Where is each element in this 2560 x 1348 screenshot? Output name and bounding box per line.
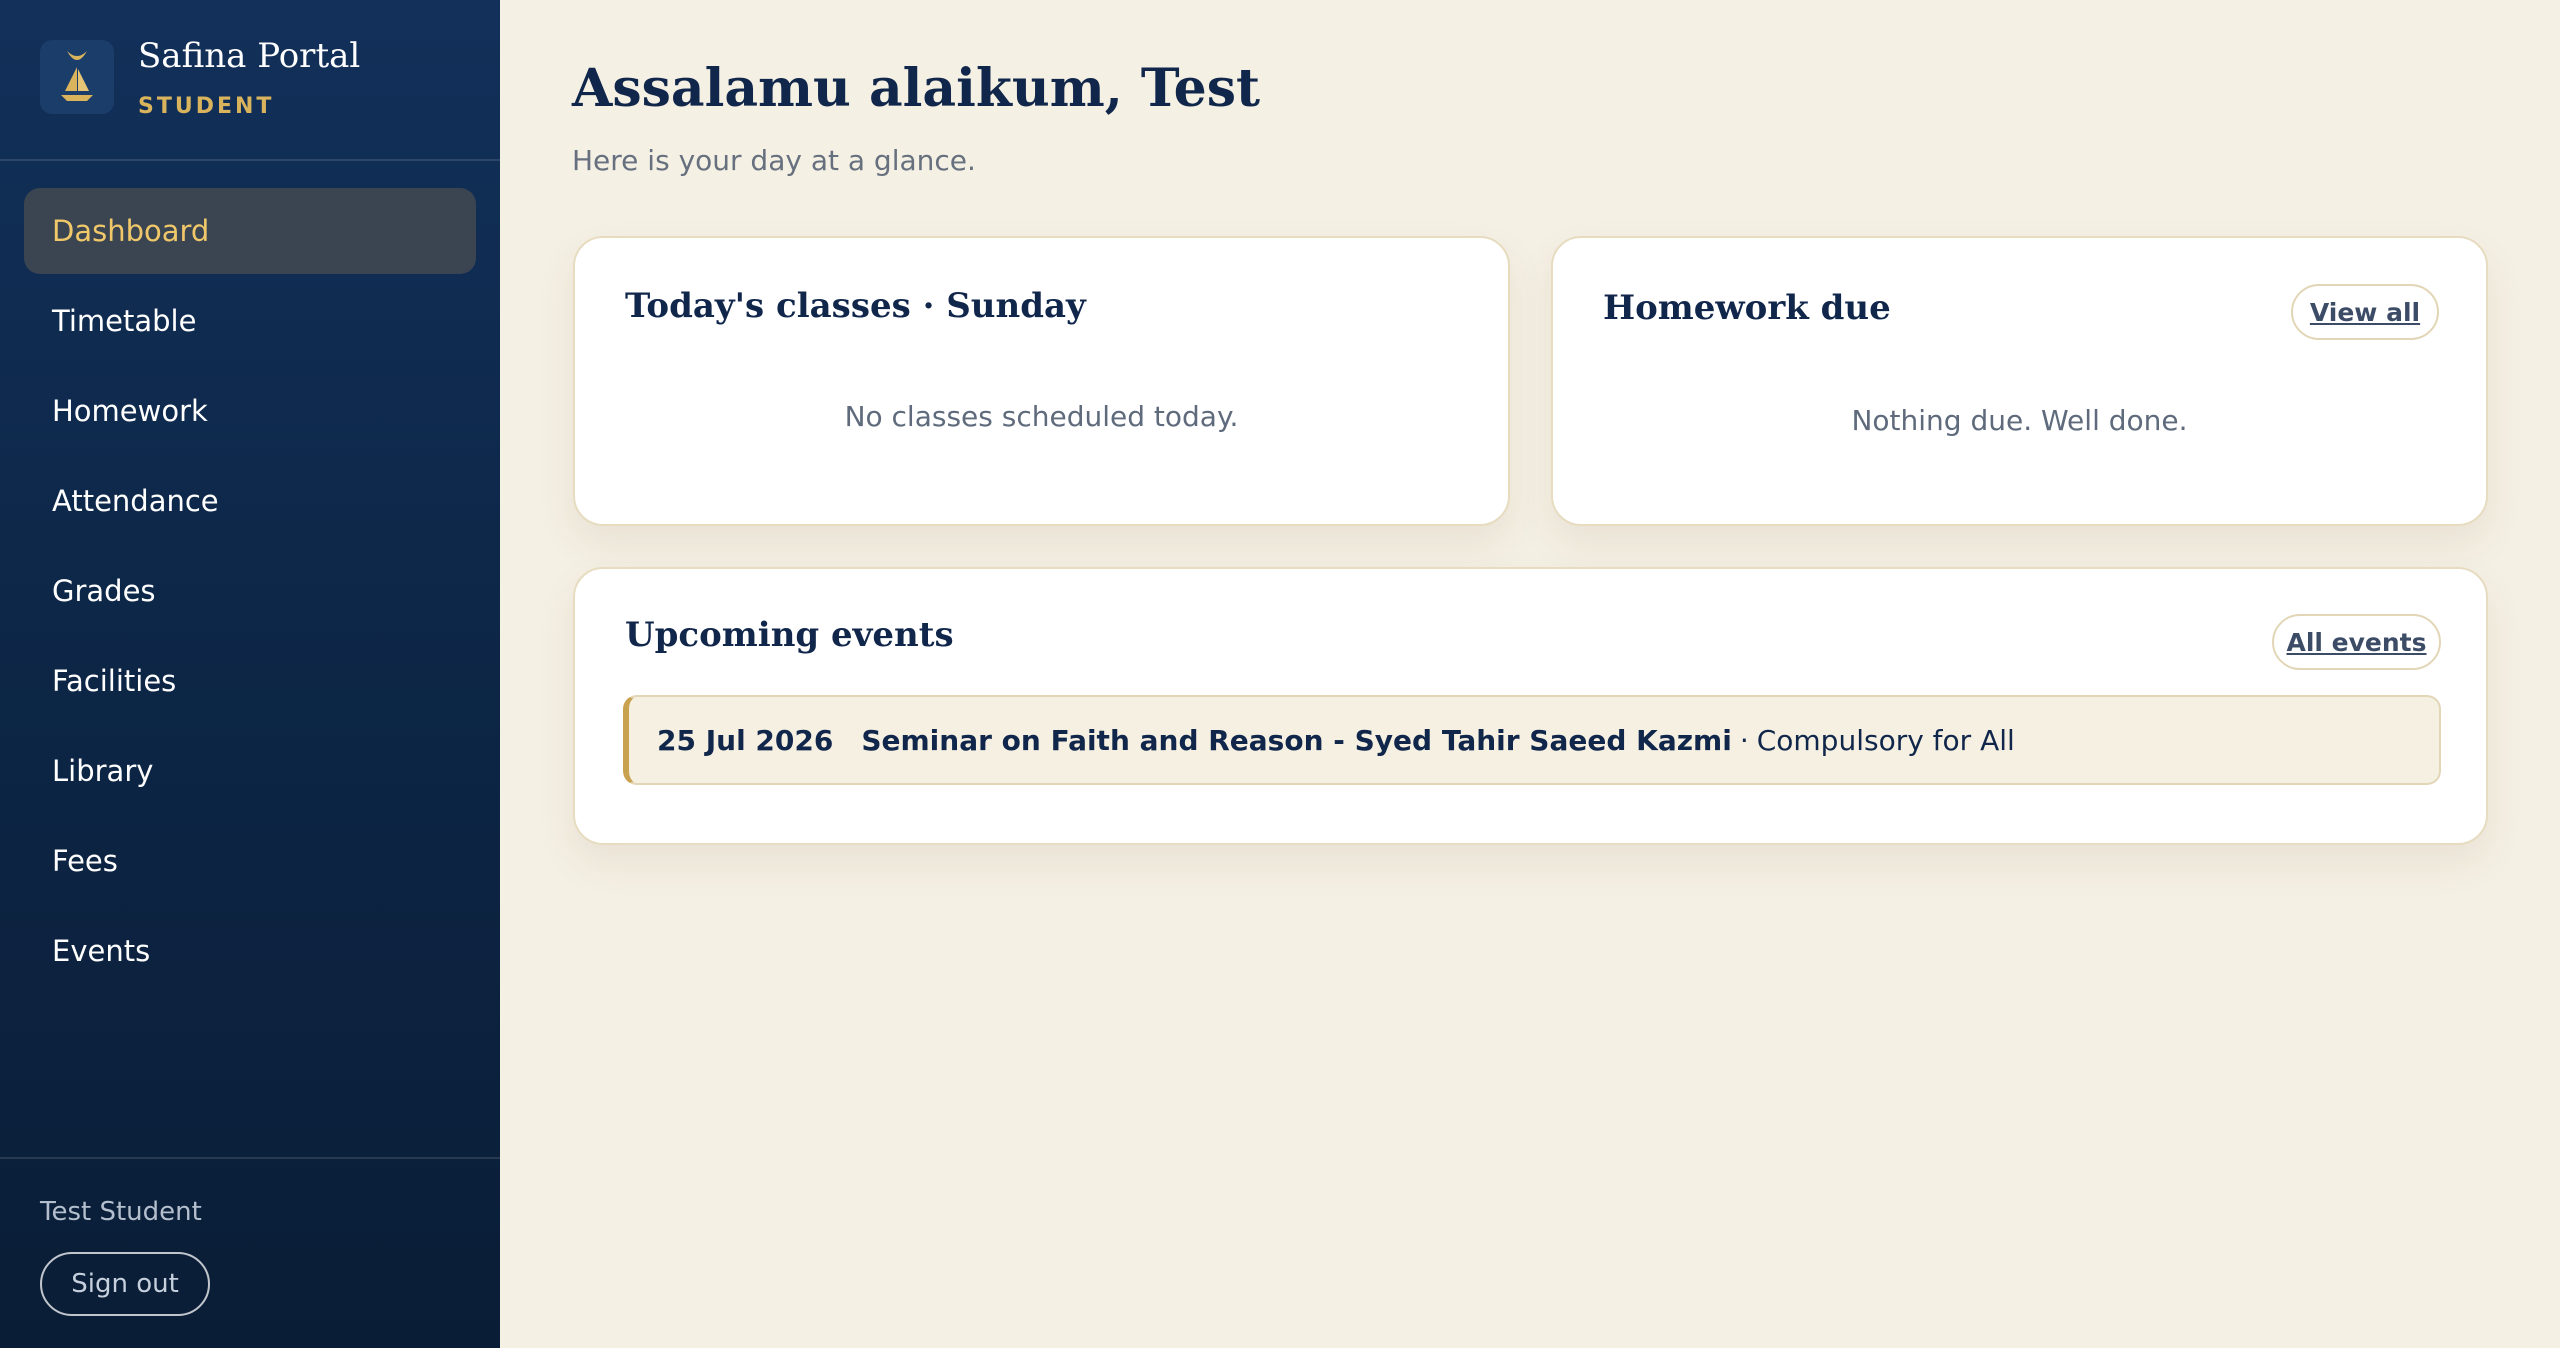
sidebar-nav: Dashboard Timetable Homework Attendance … — [24, 188, 476, 998]
sign-out-button[interactable]: Sign out — [40, 1252, 210, 1316]
all-events-link[interactable]: All events — [2272, 614, 2441, 670]
sidebar-item-events[interactable]: Events — [24, 908, 476, 994]
sidebar: Safina Portal STUDENT Dashboard Timetabl… — [0, 0, 500, 1348]
main-content: Assalamu alaikum, Test Here is your day … — [500, 0, 2560, 1348]
todays-classes-card: Today's classes · Sunday No classes sche… — [573, 236, 1510, 526]
event-audience: Compulsory for All — [1756, 723, 2015, 757]
upcoming-events-card: Upcoming events All events 25 Jul 2026 S… — [573, 567, 2488, 845]
card-title: Upcoming events — [625, 615, 954, 655]
event-item[interactable]: 25 Jul 2026 Seminar on Faith and Reason … — [623, 695, 2441, 785]
event-separator: · — [1739, 723, 1749, 757]
sidebar-item-fees[interactable]: Fees — [24, 818, 476, 904]
brand-header: Safina Portal STUDENT — [0, 0, 500, 161]
user-name: Test Student — [40, 1197, 202, 1227]
sidebar-item-grades[interactable]: Grades — [24, 548, 476, 634]
empty-state-text: Nothing due. Well done. — [1851, 404, 2188, 437]
card-title: Homework due — [1603, 288, 1891, 328]
event-date: 25 Jul 2026 — [657, 723, 834, 757]
empty-state-text: No classes scheduled today. — [844, 400, 1239, 433]
sidebar-footer: Test Student Sign out — [0, 1157, 500, 1348]
brand-role: STUDENT — [138, 94, 275, 119]
page-subtitle: Here is your day at a glance. — [572, 144, 976, 177]
page-title: Assalamu alaikum, Test — [572, 58, 1261, 119]
sailboat-crescent-icon — [40, 40, 114, 114]
sidebar-item-attendance[interactable]: Attendance — [24, 458, 476, 544]
event-title: Seminar on Faith and Reason - Syed Tahir… — [861, 723, 1732, 757]
sidebar-item-dashboard[interactable]: Dashboard — [24, 188, 476, 274]
card-title: Today's classes · Sunday — [625, 286, 1086, 326]
brand-name: Safina Portal — [138, 36, 361, 76]
sidebar-item-library[interactable]: Library — [24, 728, 476, 814]
homework-due-card: Homework due View all Nothing due. Well … — [1551, 236, 2488, 526]
view-all-link[interactable]: View all — [2291, 284, 2439, 340]
sidebar-item-homework[interactable]: Homework — [24, 368, 476, 454]
sidebar-item-facilities[interactable]: Facilities — [24, 638, 476, 724]
sidebar-item-timetable[interactable]: Timetable — [24, 278, 476, 364]
